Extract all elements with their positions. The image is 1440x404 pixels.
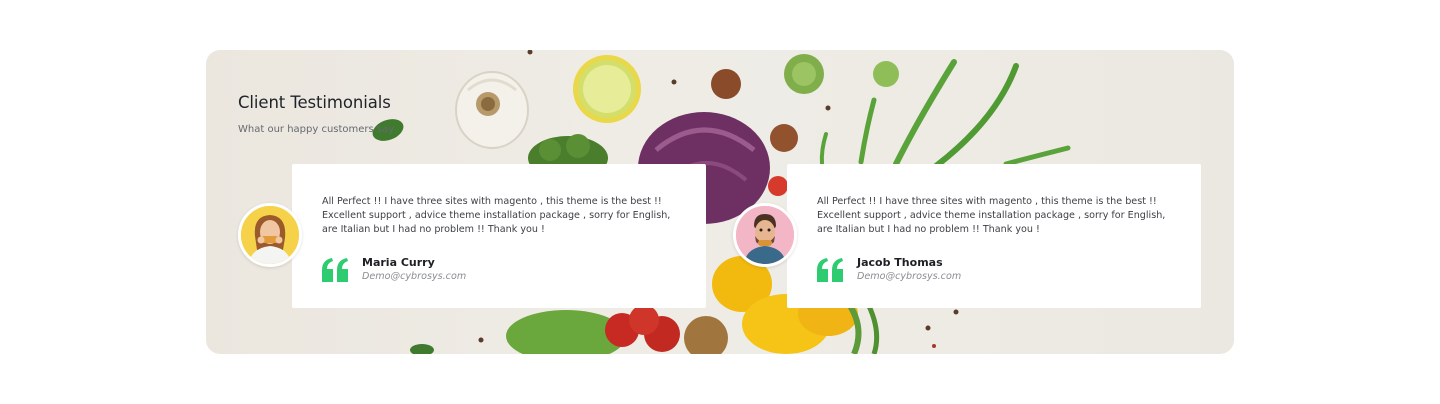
lemon-illustration (573, 55, 641, 123)
author-name: Jacob Thomas (857, 256, 943, 269)
author-email: Demo@cybrosys.com (362, 271, 467, 282)
section-title: Client Testimonials (238, 93, 391, 112)
testimonial-card: All Perfect !! I have three sites with m… (292, 164, 706, 308)
quote-icon (322, 258, 348, 282)
author-email: Demo@cybrosys.com (857, 271, 962, 282)
avatar (733, 203, 797, 267)
woman-avatar-icon (241, 206, 299, 264)
quote-icon (817, 258, 843, 282)
testimonial-card: All Perfect !! I have three sites with m… (787, 164, 1201, 308)
testimonials-banner: Client Testimonials What our happy custo… (206, 50, 1234, 354)
testimonial-text: All Perfect !! I have three sites with m… (817, 196, 1166, 235)
garlic-illustration (455, 71, 529, 149)
avatar (238, 203, 302, 267)
section-subtitle: What our happy customers say (238, 124, 395, 135)
author-name: Maria Curry (362, 256, 435, 269)
man-avatar-icon (736, 206, 794, 264)
testimonial-text: All Perfect !! I have three sites with m… (322, 196, 671, 235)
